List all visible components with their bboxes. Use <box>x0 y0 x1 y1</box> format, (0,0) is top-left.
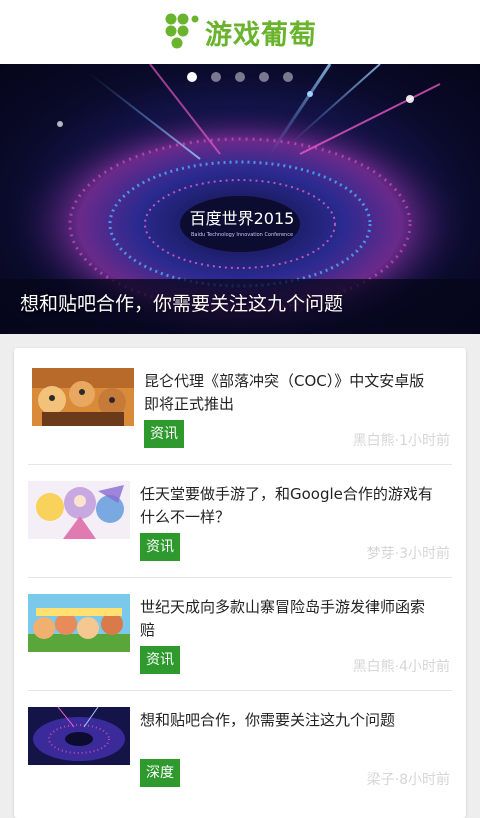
article-tag: 深度 <box>140 759 180 787</box>
article-title-line: 昆仑代理《部落冲突（COC）》中文安卓版 <box>144 372 425 390</box>
article-title-line: 任天堂要做手游了，和Google合作的游戏有 <box>140 485 433 503</box>
article-title-line: 赔 <box>140 621 156 639</box>
app-name: 游戏葡萄 <box>205 19 317 51</box>
carousel-dot[interactable] <box>211 72 221 82</box>
article-title-line: 想和贴吧合作，你需要关注这九个问题 <box>140 711 396 729</box>
carousel-dot[interactable] <box>235 72 245 82</box>
list-item[interactable]: 昆仑代理《部落冲突（COC）》中文安卓版 即将正式推出 资讯 黑白熊·1小时前 <box>14 348 466 460</box>
carousel-dot[interactable] <box>187 72 197 82</box>
article-meta: 梦芽·3小时前 <box>366 546 450 562</box>
article-title-line: 什么不一样？ <box>140 508 231 526</box>
app-header: 游戏葡萄 <box>0 0 480 64</box>
article-tag: 资讯 <box>144 420 184 448</box>
list-item[interactable]: 想和贴吧合作，你需要关注这九个问题 深度 梁子·8小时前 <box>14 691 466 803</box>
article-thumbnail <box>28 594 130 652</box>
featured-banner[interactable]: 百度世界2015 Baidu Technology Innovation Con… <box>0 64 480 334</box>
article-tag: 资讯 <box>140 646 180 674</box>
carousel-indicators <box>0 72 480 82</box>
article-tag: 资讯 <box>140 533 180 561</box>
grape-logo-icon <box>165 13 199 49</box>
list-item[interactable]: 任天堂要做手游了，和Google合作的游戏有 什么不一样？ 资讯 梦芽·3小时前 <box>14 465 466 577</box>
list-item[interactable]: 世纪天成向多款山寨冒险岛手游发律师函索 赔 资讯 黑白熊·4小时前 <box>14 578 466 690</box>
article-meta: 梁子·8小时前 <box>366 772 450 788</box>
article-title: 任天堂要做手游了，和Google合作的游戏有 什么不一样？ <box>140 483 450 529</box>
article-title-line: 世纪天成向多款山寨冒险岛手游发律师函索 <box>140 598 426 616</box>
article-list: 昆仑代理《部落冲突（COC）》中文安卓版 即将正式推出 资讯 黑白熊·1小时前 … <box>14 348 466 818</box>
article-thumbnail <box>28 707 130 765</box>
article-meta: 黑白熊·4小时前 <box>352 659 450 675</box>
app-logo[interactable]: 游戏葡萄 <box>163 12 317 52</box>
banner-sign-subtext: Baidu Technology Innovation Conference <box>191 232 293 238</box>
article-title: 世纪天成向多款山寨冒险岛手游发律师函索 赔 <box>140 596 450 642</box>
banner-title[interactable]: 想和贴吧合作，你需要关注这九个问题 <box>20 289 343 316</box>
article-meta: 黑白熊·1小时前 <box>352 433 450 449</box>
article-title: 想和贴吧合作，你需要关注这九个问题 <box>140 709 450 732</box>
article-thumbnail <box>32 368 134 426</box>
carousel-dot[interactable] <box>283 72 293 82</box>
banner-sign-text: 百度世界2015 <box>190 209 295 228</box>
carousel-dot[interactable] <box>259 72 269 82</box>
article-thumbnail <box>28 481 130 539</box>
article-title-line: 即将正式推出 <box>144 395 235 413</box>
article-title: 昆仑代理《部落冲突（COC）》中文安卓版 即将正式推出 <box>144 370 450 416</box>
